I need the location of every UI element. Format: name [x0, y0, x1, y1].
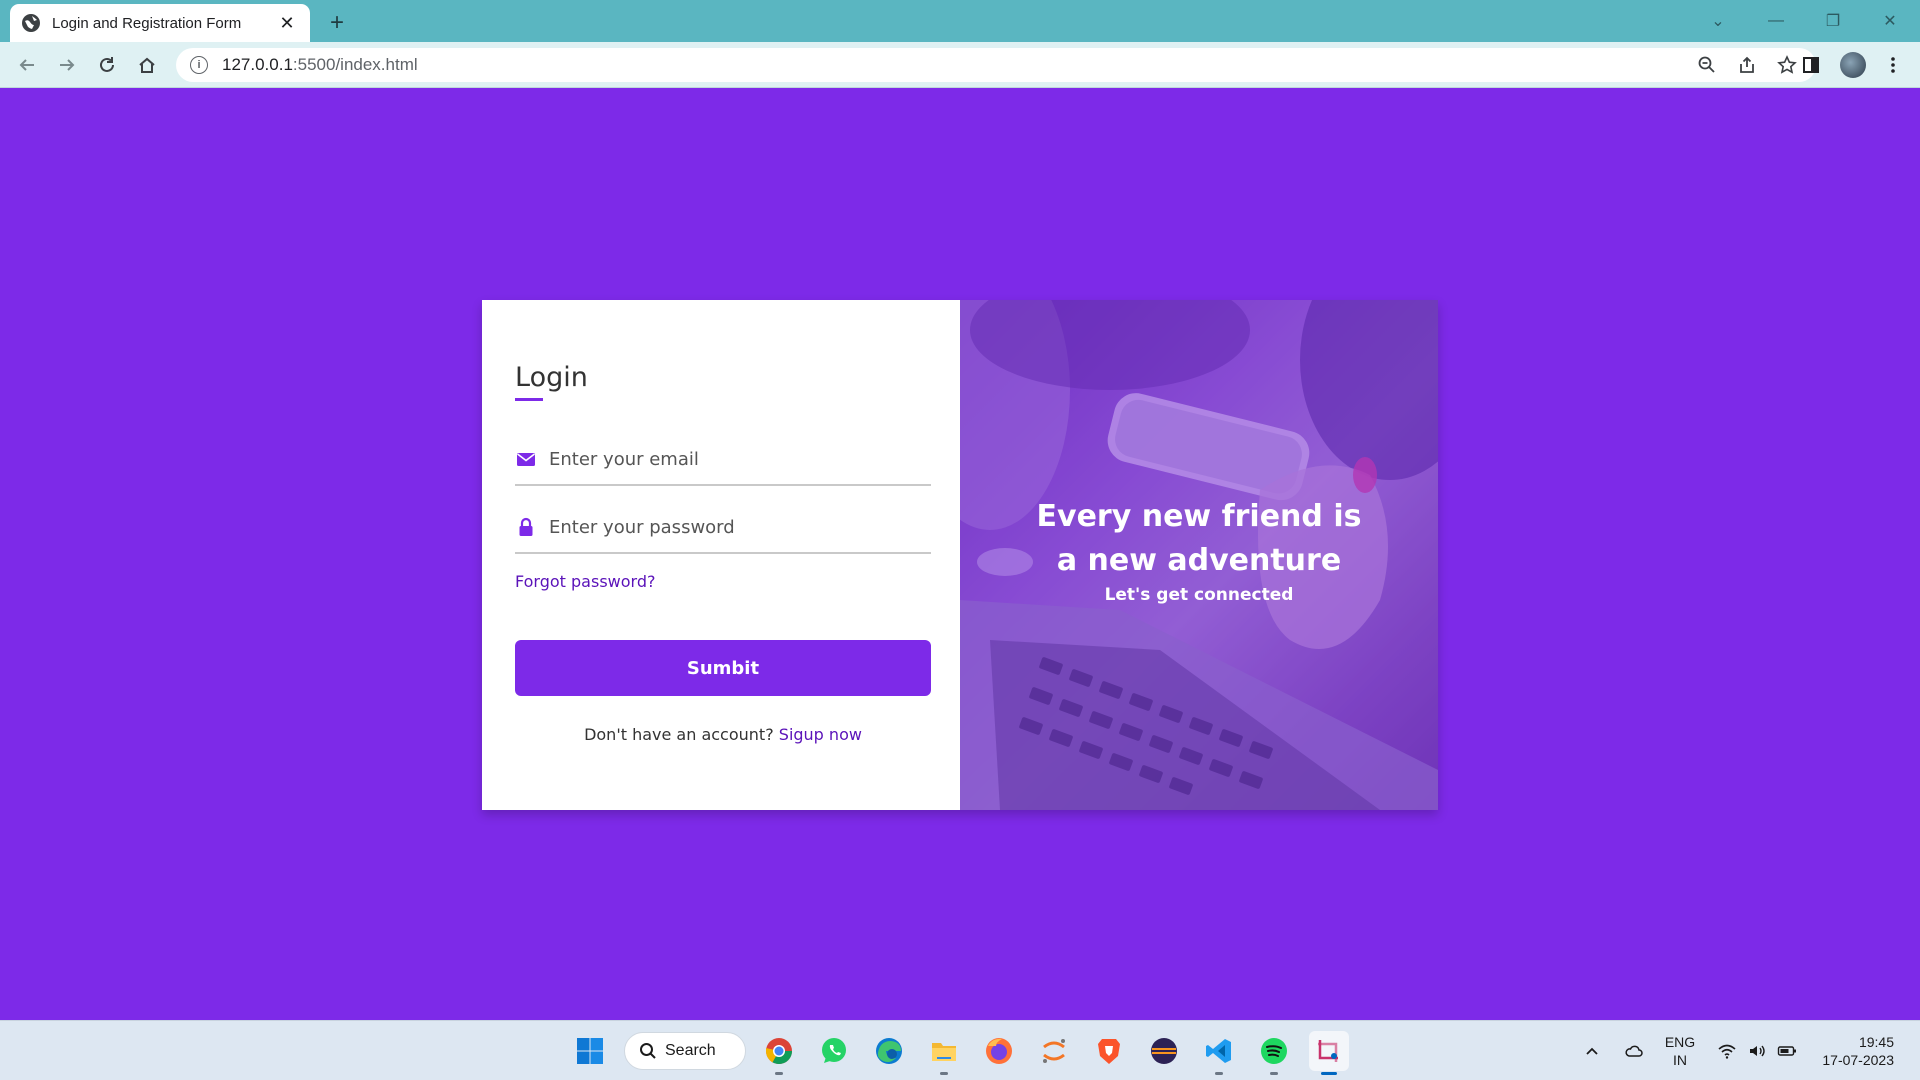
- share-icon[interactable]: [1732, 50, 1762, 80]
- lang-secondary: IN: [1673, 1052, 1687, 1068]
- profile-avatar[interactable]: [1838, 50, 1868, 80]
- wifi-icon[interactable]: [1714, 1021, 1740, 1080]
- minimize-button[interactable]: —: [1756, 6, 1796, 36]
- snipping-tool-icon[interactable]: [1309, 1031, 1349, 1075]
- hero-text: Every new friend is a new adventure Let'…: [960, 495, 1438, 605]
- hero-title: Every new friend is a new adventure: [1036, 499, 1362, 578]
- address-bar[interactable]: i 127.0.0.1:5500/index.html: [176, 48, 1816, 82]
- clock-date: 17-07-2023: [1822, 1052, 1894, 1068]
- volume-icon[interactable]: [1744, 1021, 1770, 1080]
- vscode-icon[interactable]: [1199, 1031, 1239, 1075]
- chrome-icon[interactable]: [759, 1031, 799, 1075]
- arrow-right-icon: [60, 59, 75, 71]
- zoom-icon[interactable]: [1692, 50, 1722, 80]
- url-text[interactable]: 127.0.0.1:5500/index.html: [222, 55, 1682, 75]
- close-tab-icon[interactable]: ✕: [276, 12, 298, 34]
- site-info-icon[interactable]: i: [190, 56, 208, 74]
- lock-icon: [515, 517, 537, 537]
- lang-primary: ENG: [1664, 1034, 1696, 1050]
- reload-icon: [100, 57, 114, 72]
- taskbar-search[interactable]: Search: [624, 1032, 746, 1070]
- email-input[interactable]: [549, 448, 931, 470]
- avatar: [1840, 52, 1866, 78]
- onedrive-cloud-icon[interactable]: [1620, 1021, 1648, 1080]
- running-indicator: [1215, 1072, 1223, 1075]
- reload-button[interactable]: [92, 50, 122, 80]
- envelope-icon: [515, 449, 537, 469]
- tab-title: Login and Registration Form: [52, 14, 242, 32]
- search-label: Search: [665, 1042, 716, 1059]
- show-hidden-icons-chevron-icon[interactable]: [1580, 1021, 1604, 1080]
- battery-icon[interactable]: [1774, 1021, 1800, 1080]
- running-indicator: [1270, 1072, 1278, 1075]
- running-indicator: [775, 1072, 783, 1075]
- windows-taskbar: Search ENG IN 19:45 17-07-2023: [0, 1020, 1920, 1080]
- globe-icon: [22, 14, 40, 32]
- home-button[interactable]: [132, 50, 162, 80]
- clock[interactable]: 19:45 17-07-2023: [1808, 1021, 1894, 1080]
- jupyter-icon[interactable]: [1034, 1031, 1074, 1071]
- back-button[interactable]: [12, 50, 42, 80]
- url-host: 127.0.0.1: [222, 55, 293, 74]
- restore-button[interactable]: ❐: [1813, 6, 1853, 36]
- clock-time: 19:45: [1858, 1034, 1894, 1050]
- more-menu-icon[interactable]: [1878, 50, 1908, 80]
- side-panel-icon[interactable]: [1796, 50, 1826, 80]
- edge-icon[interactable]: [869, 1031, 909, 1071]
- password-field[interactable]: [515, 502, 931, 554]
- forward-button[interactable]: [52, 50, 82, 80]
- input-language-indicator[interactable]: ENG IN: [1660, 1021, 1700, 1080]
- login-form: Login Forgot password? Sumbit Don't have…: [482, 300, 960, 810]
- whatsapp-icon[interactable]: [814, 1031, 854, 1071]
- login-card: Login Forgot password? Sumbit Don't have…: [482, 300, 1438, 810]
- tab-search-chevron-icon[interactable]: ⌄: [1698, 6, 1738, 36]
- no-account-text: Don't have an account?: [584, 725, 774, 744]
- arrow-left-icon: [19, 59, 34, 71]
- browser-tab[interactable]: Login and Registration Form ✕: [10, 4, 310, 42]
- running-indicator: [1321, 1072, 1337, 1075]
- home-icon: [139, 57, 155, 73]
- signup-link[interactable]: Sigup now: [779, 725, 862, 744]
- file-explorer-icon[interactable]: [924, 1031, 964, 1075]
- submit-button[interactable]: Sumbit: [515, 640, 931, 696]
- forgot-password-link[interactable]: Forgot password?: [515, 572, 655, 591]
- signup-prompt: Don't have an account? Sigup now: [515, 725, 931, 744]
- hero-image-panel: Every new friend is a new adventure Let'…: [960, 300, 1438, 810]
- search-icon: [640, 1043, 656, 1059]
- running-indicator: [940, 1072, 948, 1075]
- spotify-icon[interactable]: [1254, 1031, 1294, 1075]
- new-tab-button[interactable]: +: [322, 8, 352, 38]
- close-window-button[interactable]: ✕: [1870, 6, 1910, 36]
- browser-tab-strip: Login and Registration Form ✕ + ⌄ — ❐ ✕: [0, 0, 1920, 42]
- hero-subtitle: Let's get connected: [1104, 585, 1294, 605]
- browser-toolbar: i 127.0.0.1:5500/index.html: [0, 42, 1920, 88]
- email-field[interactable]: [515, 434, 931, 486]
- url-path: :5500/index.html: [292, 55, 418, 74]
- eclipse-icon[interactable]: [1144, 1031, 1184, 1071]
- password-input[interactable]: [549, 516, 931, 538]
- firefox-icon[interactable]: [979, 1031, 1019, 1071]
- brave-icon[interactable]: [1089, 1031, 1129, 1071]
- title-underline: [515, 398, 543, 401]
- windows-logo-icon: [577, 1038, 603, 1064]
- start-button[interactable]: [570, 1031, 610, 1071]
- page-title: Login: [515, 362, 588, 393]
